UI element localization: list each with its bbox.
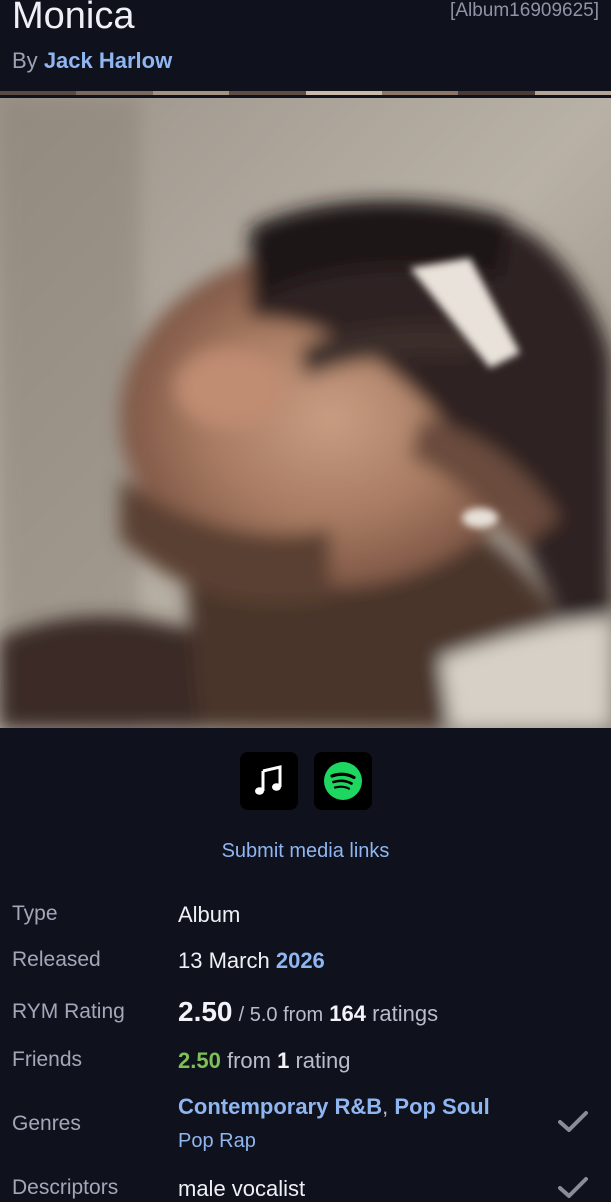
primary-genres: Contemporary R&B, Pop Soul	[178, 1094, 490, 1120]
rym-rating-value: 2.50 / 5.0 from 164 ratings	[178, 996, 438, 1028]
byline-prefix: By	[12, 48, 38, 73]
rym-rating-score: 2.50	[178, 996, 233, 1027]
genre-link[interactable]: Contemporary R&B	[178, 1094, 382, 1119]
divider-segment	[0, 91, 77, 95]
spotify-button[interactable]	[313, 752, 372, 810]
rym-rating-suffix: ratings	[372, 1001, 439, 1026]
album-title: Monica	[12, 0, 135, 37]
rym-rating-label: RYM Rating	[12, 1000, 125, 1023]
byline: By Jack Harlow	[12, 48, 172, 74]
descriptors-label: Descriptors	[12, 1176, 119, 1199]
genres-label: Genres	[12, 1112, 81, 1135]
divider-segment	[534, 91, 611, 95]
genre-link[interactable]: Pop Soul	[394, 1094, 489, 1119]
submit-media-links[interactable]: Submit media links	[0, 840, 611, 863]
rym-rating-count: 164	[329, 1001, 366, 1026]
descriptor-value: male vocalist	[178, 1176, 306, 1201]
friends-label: Friends	[12, 1048, 83, 1071]
type-label: Type	[12, 902, 58, 925]
artist-link[interactable]: Jack Harlow	[44, 48, 172, 73]
type-value: Album	[178, 902, 241, 927]
friends-count: 1	[277, 1048, 290, 1073]
album-cover-art	[0, 98, 611, 728]
color-divider	[0, 91, 611, 95]
released-value: 13 March 2026	[178, 948, 325, 974]
friends-score: 2.50	[178, 1048, 221, 1073]
secondary-genre-link[interactable]: Pop Rap	[178, 1130, 256, 1153]
media-links	[0, 752, 611, 810]
divider-segment	[305, 91, 382, 95]
divider-segment	[76, 91, 153, 95]
music-note-icon	[254, 765, 281, 795]
friends-suffix: rating	[295, 1048, 351, 1073]
apple-music-button[interactable]	[239, 752, 298, 810]
info-row-genres: Genres Contemporary R&B, Pop Soul Pop Ra…	[0, 1094, 611, 1164]
divider-segment	[229, 91, 306, 95]
album-cover[interactable]	[0, 98, 611, 728]
released-year-link[interactable]: 2026	[276, 948, 325, 973]
album-id: [Album16909625]	[450, 0, 599, 21]
friends-from: from	[226, 1048, 271, 1073]
released-label: Released	[12, 948, 101, 971]
divider-segment	[458, 91, 535, 95]
divider-segment	[152, 91, 230, 95]
vote-check-icon[interactable]	[557, 1110, 589, 1134]
spotify-icon	[323, 762, 362, 800]
released-date: 13 March	[178, 948, 270, 973]
friends-value[interactable]: 2.50 from 1 rating	[178, 1048, 351, 1074]
divider-segment	[381, 91, 459, 95]
rym-rating-outof: / 5.0 from	[238, 1004, 324, 1026]
genre-separator: ,	[382, 1094, 389, 1119]
descriptors-check-icon[interactable]	[557, 1176, 589, 1200]
